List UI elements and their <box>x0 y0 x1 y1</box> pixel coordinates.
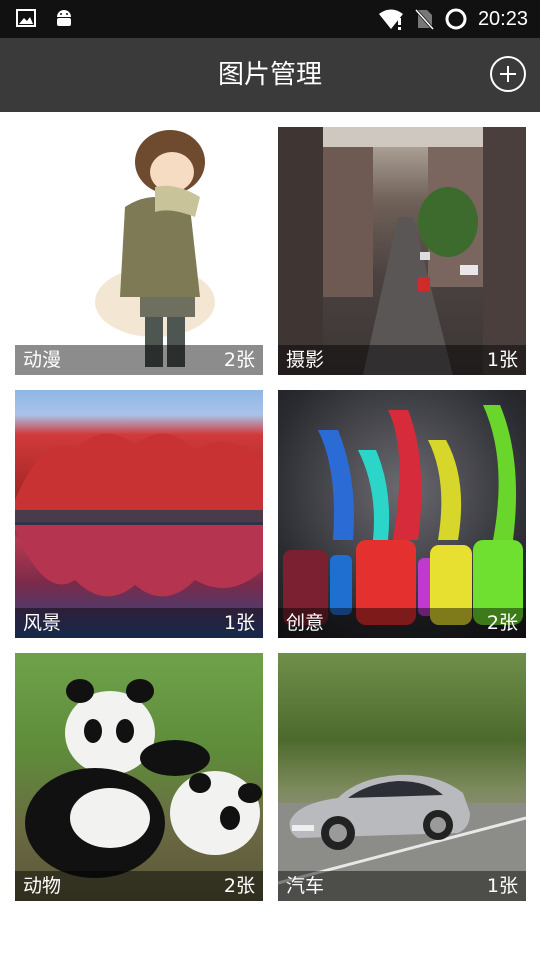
album-caption: 创意 2张 <box>278 608 526 638</box>
album-count: 2张 <box>486 612 518 634</box>
album-thumbnail <box>283 405 523 625</box>
album-card-anime[interactable]: 动漫 2张 <box>15 127 263 375</box>
android-icon <box>54 8 74 28</box>
clock: 20:23 <box>477 8 528 30</box>
album-thumbnail <box>278 774 526 901</box>
album-thumbnail <box>95 130 215 367</box>
album-count: 1张 <box>486 349 518 371</box>
album-card-creative[interactable]: 创意 2张 <box>278 390 526 638</box>
wifi-alert-icon <box>378 8 404 30</box>
album-caption: 摄影 1张 <box>278 345 526 375</box>
no-sim-icon <box>414 8 434 30</box>
album-card-cars[interactable]: 汽车 1张 <box>278 653 526 901</box>
album-caption: 动物 2张 <box>15 871 263 901</box>
album-caption: 汽车 1张 <box>278 871 526 901</box>
album-name: 风景 <box>23 612 62 634</box>
album-name: 动漫 <box>23 349 62 371</box>
battery-ring-icon <box>444 7 468 31</box>
album-thumbnail <box>15 433 263 597</box>
album-thumbnail <box>25 679 262 878</box>
album-name: 汽车 <box>286 875 325 897</box>
album-name: 摄影 <box>286 349 325 371</box>
album-count: 2张 <box>223 875 255 897</box>
album-name: 动物 <box>23 875 62 897</box>
album-caption: 动漫 2张 <box>15 345 263 375</box>
album-count: 1张 <box>223 612 255 634</box>
album-thumbnail <box>278 127 526 375</box>
album-card-scenery[interactable]: 风景 1张 <box>15 390 263 638</box>
image-icon <box>16 9 36 27</box>
album-card-photography[interactable]: 摄影 1张 <box>278 127 526 375</box>
album-card-animals[interactable]: 动物 2张 <box>15 653 263 901</box>
app-bar: 图片管理 <box>0 38 540 112</box>
page-title: 图片管理 <box>217 60 322 90</box>
add-album-button[interactable] <box>490 56 526 92</box>
album-name: 创意 <box>286 612 325 634</box>
album-count: 1张 <box>486 875 518 897</box>
status-bar: 20:23 <box>0 0 540 38</box>
album-caption: 风景 1张 <box>15 608 263 638</box>
album-count: 2张 <box>223 349 255 371</box>
